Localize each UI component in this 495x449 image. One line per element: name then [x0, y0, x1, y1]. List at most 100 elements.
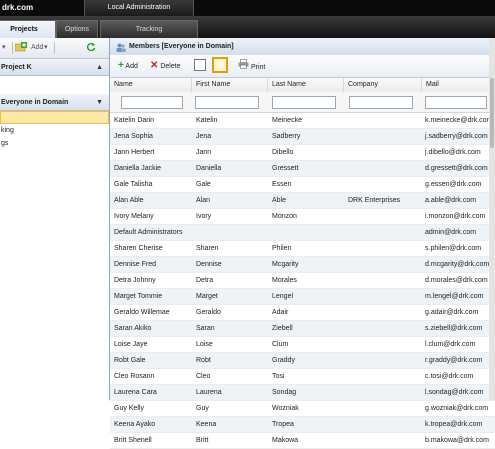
refresh-icon[interactable] [86, 42, 96, 57]
chevron-down-icon[interactable]: ▼ [96, 94, 103, 111]
chevron-up-icon[interactable]: ▲ [96, 59, 103, 76]
section-everyone-in-domain[interactable]: Everyone in Domain ▼ [0, 94, 109, 111]
table-row[interactable]: Jann Herbert Jann Dibello j.dibello@drk.com [110, 145, 495, 161]
list-item[interactable]: king [1, 127, 14, 134]
cell-mail: d.mcgarity@drk.com [425, 261, 490, 268]
table-row[interactable]: Daniella Jackie Daniella Gressett d.gresset… [110, 161, 495, 177]
cell-mail: g.essen@drk.com [425, 181, 482, 188]
table-row[interactable]: Loise Jaye Loise Clum l.clum@drk.com [110, 337, 495, 353]
section-title: Everyone in Domain [1, 99, 69, 106]
cell-first-name: Loise [196, 341, 213, 348]
print-button[interactable]: Print [238, 59, 265, 73]
view-toggle-active-button[interactable] [212, 57, 228, 73]
cell-name: Daniella Jackie [114, 165, 162, 172]
cell-mail: j.dibello@drk.com [425, 149, 481, 156]
cell-mail: d.gressett@drk.com [425, 165, 488, 172]
cell-first-name: Detra [196, 277, 214, 284]
add-dropdown-icon[interactable]: ▾ [44, 42, 48, 54]
column-header-last-name[interactable]: Last Name [268, 78, 344, 92]
tab-projects[interactable]: Projects [0, 20, 56, 38]
left-panel: ▾ Add ▾ Project K ▲ Everyone in Domain ▼… [0, 38, 110, 400]
cell-first-name: Cleo [196, 373, 211, 380]
table-row[interactable]: Marget Tommie Marget Lengel m.lengel@drk.co… [110, 289, 495, 305]
cell-name: Keena Ayako [114, 421, 156, 428]
delete-member-button[interactable]: ✕ Delete [150, 59, 181, 73]
delete-icon: ✕ [150, 60, 159, 71]
cell-name: Alan Able [114, 197, 144, 204]
members-panel: Members [Everyone in Domain] + Add ✕ Del… [110, 38, 495, 449]
table-row[interactable]: Jena Sophia Jena Sadberry j.sadberry@drk.co… [110, 129, 495, 145]
cell-name: Saran Akiko [114, 325, 152, 332]
cell-first-name: Katelin [196, 117, 218, 124]
cell-name: Cleo Rosann [114, 373, 155, 380]
add-button[interactable]: Add [31, 42, 43, 54]
table-row[interactable]: Geraldo Willemae Geraldo Adair g.adair@drk.… [110, 305, 495, 321]
view-toggle-button[interactable] [194, 59, 206, 71]
cell-name: Dennise Fred [114, 261, 157, 268]
cell-mail: admin@drk.com [425, 229, 477, 236]
cell-mail: d.morales@drk.com [425, 277, 488, 284]
table-row[interactable]: Default Administrators admin@drk.com [110, 225, 495, 241]
filter-company-input[interactable] [349, 96, 413, 109]
cell-first-name: Guy [196, 405, 209, 412]
cell-name: Jena Sophia [114, 133, 153, 140]
print-label: Print [250, 64, 266, 71]
members-icon [116, 42, 126, 52]
filter-name-input[interactable] [121, 96, 183, 109]
cell-last-name: Essen [272, 181, 292, 188]
delete-label: Delete [160, 63, 181, 70]
cell-first-name: Sharen [196, 245, 219, 252]
table-row[interactable]: Cleo Rosann Cleo Tosi c.tosi@drk.com [110, 369, 495, 385]
cell-mail: s.ziebell@drk.com [425, 325, 483, 332]
section-project-k[interactable]: Project K ▲ [0, 59, 109, 76]
table-row[interactable]: Ivory Melany Ivory Monzon i.monzon@drk.com [110, 209, 495, 225]
list-item[interactable]: gs [1, 140, 8, 147]
table-row[interactable]: Robt Gale Robt Graddy r.graddy@drk.com [110, 353, 495, 369]
dropdown-arrow-icon[interactable]: ▾ [2, 42, 6, 54]
table-row[interactable]: Gale Talisha Gale Essen g.essen@drk.com [110, 177, 495, 193]
table-row[interactable]: Dennise Fred Dennise Mcgarity d.mcgarity@dr… [110, 257, 495, 273]
column-header-first-name[interactable]: First Name [192, 78, 268, 92]
cell-last-name: Meinecke [272, 117, 302, 124]
section-title: Project K [1, 64, 32, 71]
filter-last-name-input[interactable] [272, 96, 336, 109]
cell-mail: c.tosi@drk.com [425, 373, 474, 380]
table-row[interactable]: Guy Kelly Guy Wozniak g.wozniak@drk.com [110, 401, 495, 417]
cell-first-name: Gale [196, 181, 211, 188]
cell-last-name: Able [272, 197, 287, 204]
cell-first-name: Alan [196, 197, 211, 204]
add-folder-icon[interactable] [14, 42, 27, 57]
column-header-company[interactable]: Company [344, 78, 422, 92]
table-row[interactable]: Keena Ayako Keena Tropea k.tropea@drk.com [110, 417, 495, 433]
table-row[interactable]: Saran Akiko Saran Ziebell s.ziebell@drk.com [110, 321, 495, 337]
cell-mail: g.adair@drk.com [425, 309, 479, 316]
vertical-scrollbar[interactable] [489, 38, 495, 400]
table-row[interactable]: Katelin Darin Katelin Meinecke k.meinecke@d… [110, 113, 495, 129]
table-row[interactable]: Sharen Cherise Sharen Philen s.philen@drk.c… [110, 241, 495, 257]
cell-name: Ivory Melany [114, 213, 154, 220]
scrollbar-thumb[interactable] [490, 78, 494, 148]
cell-name: Geraldo Willemae [114, 309, 170, 316]
tab-options[interactable]: Options [56, 20, 98, 38]
add-label: Add [125, 63, 138, 70]
column-header-name[interactable]: Name [110, 78, 192, 92]
local-administration-tab[interactable]: Local Administration [84, 0, 194, 16]
column-header-mail[interactable]: Mail [422, 78, 489, 92]
cell-last-name: Monzon [272, 213, 297, 220]
cell-first-name: Jena [196, 133, 212, 140]
table-row[interactable]: Britt Shenell Britt Makowa b.makowa@drk.com [110, 433, 495, 449]
cell-mail: j.sadberry@drk.com [425, 133, 488, 140]
cell-mail: l.clum@drk.com [425, 341, 476, 348]
table-row[interactable]: Laurena Cara Laurena Sondag l.sondag@drk.co… [110, 385, 495, 401]
table-row[interactable]: Alan Able Alan Able DRK Enterprises a.able@d… [110, 193, 495, 209]
cell-first-name: Saran [196, 325, 215, 332]
filter-first-name-input[interactable] [195, 96, 259, 109]
cell-name: Robt Gale [114, 357, 146, 364]
selected-item[interactable] [0, 111, 109, 124]
cell-mail: i.monzon@drk.com [425, 213, 486, 220]
tab-tracking[interactable]: Tracking [100, 20, 198, 38]
add-member-button[interactable]: + Add [118, 59, 138, 73]
filter-mail-input[interactable] [425, 96, 487, 109]
table-row[interactable]: Detra Johnny Detra Morales d.morales@drk.co… [110, 273, 495, 289]
members-toolbar: + Add ✕ Delete Print [110, 55, 495, 78]
